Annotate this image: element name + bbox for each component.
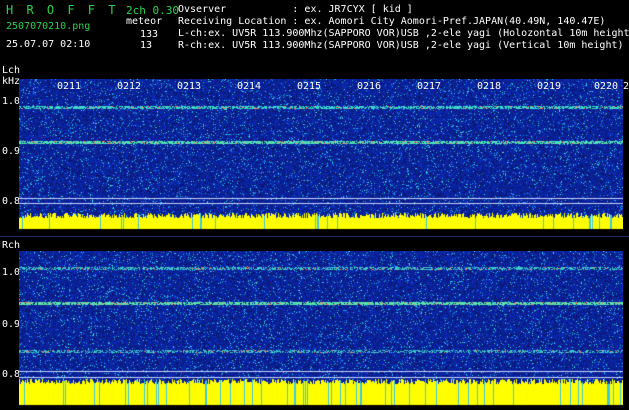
datetime-label: 25.07.07 02:10 <box>6 39 91 50</box>
lch-tick-0-8: 0.8 <box>2 196 21 207</box>
lch-time-0220: 0220 <box>594 81 619 92</box>
meteor-label: meteor <box>126 16 163 27</box>
lch-time-0212: 0212 <box>117 81 142 92</box>
rch-tick-1-0: 1.0 <box>2 267 21 278</box>
lch-time-0218: 0218 <box>477 81 502 92</box>
lch-time-0217: 0217 <box>417 81 442 92</box>
lch-time-0215: 0215 <box>297 81 322 92</box>
meteor-r-count: 13 <box>140 40 153 51</box>
lch-channel-label: Lch <box>2 65 21 76</box>
filename-label: 2507070210.png <box>6 21 91 32</box>
rch-tick-0-9: 0.9 <box>2 319 21 330</box>
location-line: Receiving Location : ex. Aomori City Aom… <box>178 16 606 27</box>
lch-time-0214: 0214 <box>237 81 262 92</box>
mode-label: 2ch 0.30 <box>126 4 179 17</box>
rch-channel-label: Rch <box>2 240 21 251</box>
lch-time-0213: 0213 <box>177 81 202 92</box>
lch-tick-1-0: 1.0 <box>2 96 21 107</box>
lch-time-0219: 0219 <box>537 81 562 92</box>
rch-spectrogram <box>19 251 623 407</box>
lch-time-0211: 0211 <box>57 81 82 92</box>
rch-description: R-ch:ex. UV5R 113.900Mhz(SAPPORO VOR)USB… <box>178 40 624 51</box>
meteor-l-count: 133 <box>140 29 159 40</box>
lch-time-next: 2 <box>623 81 629 92</box>
observer-line: Ovserver : ex. JR7CYX [ kid ] <box>178 4 413 15</box>
rch-tick-0-8: 0.8 <box>2 369 21 380</box>
panel-separator <box>0 236 629 237</box>
lch-unit-label: kHz <box>2 76 21 87</box>
lch-time-0216: 0216 <box>357 81 382 92</box>
app-title: H R O F F T <box>6 3 119 17</box>
lch-description: L-ch:ex. UV5R 113.900Mhz(SAPPORO VOR)USB… <box>178 28 629 39</box>
lch-tick-0-9: 0.9 <box>2 146 21 157</box>
lch-spectrogram <box>19 79 623 231</box>
